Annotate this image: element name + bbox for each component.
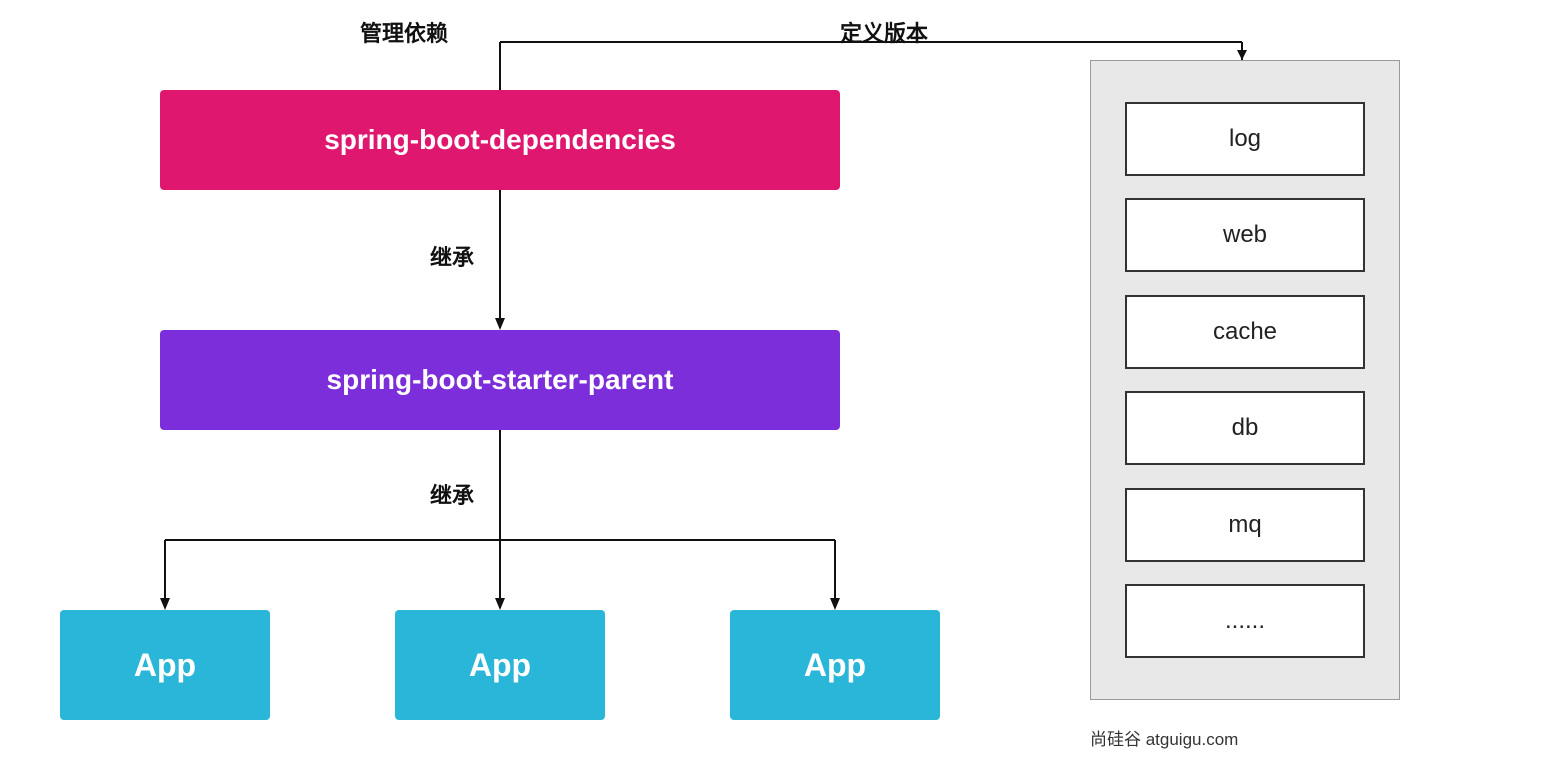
right-panel-item-log-label: log: [1229, 125, 1261, 153]
watermark: 尚硅谷 atguigu.com: [1090, 725, 1238, 750]
label-define-version: 定义版本: [840, 16, 928, 48]
right-panel-item-db: db: [1125, 391, 1365, 465]
label-inherit-2: 继承: [430, 478, 474, 510]
right-panel: log web cache db mq ......: [1090, 60, 1400, 700]
box-dependencies-label: spring-boot-dependencies: [324, 124, 676, 156]
box-app-2-label: App: [469, 647, 531, 684]
right-panel-item-db-label: db: [1232, 414, 1259, 442]
right-panel-item-web: web: [1125, 198, 1365, 272]
right-panel-item-log: log: [1125, 102, 1365, 176]
right-panel-item-cache-label: cache: [1213, 318, 1277, 346]
right-panel-item-ellipsis: ......: [1125, 584, 1365, 658]
box-starter-parent: spring-boot-starter-parent: [160, 330, 840, 430]
box-dependencies: spring-boot-dependencies: [160, 90, 840, 190]
right-panel-item-web-label: web: [1223, 221, 1267, 249]
box-app-3: App: [730, 610, 940, 720]
right-panel-item-mq-label: mq: [1228, 511, 1261, 539]
right-panel-item-ellipsis-label: ......: [1225, 607, 1265, 635]
right-panel-item-mq: mq: [1125, 488, 1365, 562]
box-app-2: App: [395, 610, 605, 720]
box-starter-parent-label: spring-boot-starter-parent: [327, 364, 674, 396]
box-app-1-label: App: [134, 647, 196, 684]
label-manage-dependency: 管理依赖: [360, 16, 448, 48]
box-app-3-label: App: [804, 647, 866, 684]
label-inherit-1: 继承: [430, 240, 474, 272]
right-panel-item-cache: cache: [1125, 295, 1365, 369]
diagram-container: 管理依赖 定义版本 spring-boot-dependencies 继承 sp…: [0, 0, 1556, 760]
box-app-1: App: [60, 610, 270, 720]
